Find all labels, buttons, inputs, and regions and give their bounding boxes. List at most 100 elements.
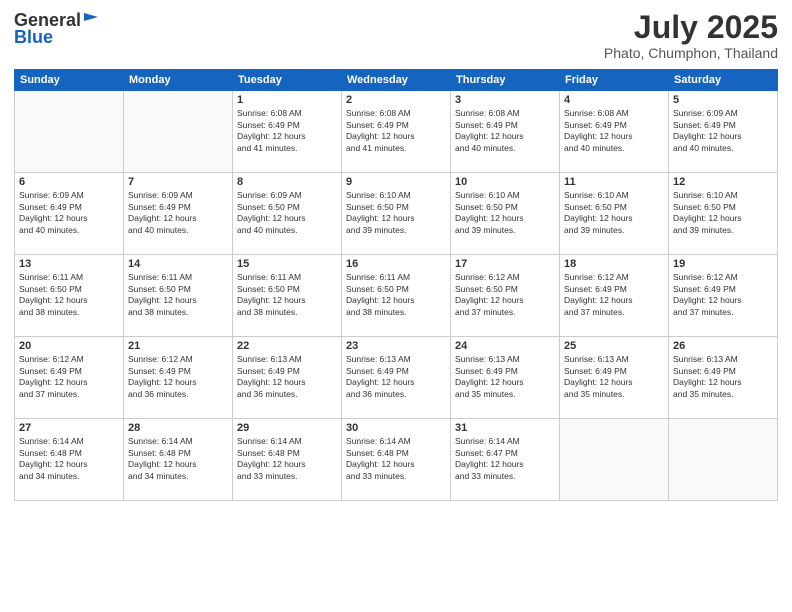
day-number: 18 xyxy=(564,258,664,270)
calendar-cell: 8 Sunrise: 6:09 AM Sunset: 6:50 PM Daylig… xyxy=(233,173,342,255)
calendar-header-monday: Monday xyxy=(124,70,233,91)
day-info: Sunrise: 6:10 AM Sunset: 6:50 PM Dayligh… xyxy=(346,190,446,236)
calendar-cell xyxy=(669,419,778,501)
day-number: 22 xyxy=(237,340,337,352)
calendar-cell: 28Sunrise: 6:14 AM Sunset: 6:48 PM Dayli… xyxy=(124,419,233,501)
day-number: 3 xyxy=(455,94,555,106)
day-number: 5 xyxy=(673,94,773,106)
calendar-cell: 20 Sunrise: 6:12 AM Sunset: 6:49 PM Dayli… xyxy=(15,337,124,419)
day-info: Sunrise: 6:10 AM Sunset: 6:50 PM Dayligh… xyxy=(455,190,555,236)
day-info: Sunrise: 6:08 AM Sunset: 6:49 PM Dayligh… xyxy=(237,108,337,154)
day-number: 10 xyxy=(455,176,555,188)
logo-flag-icon xyxy=(82,11,100,29)
day-info: Sunrise: 6:12 AM Sunset: 6:50 PM Dayligh… xyxy=(455,272,555,318)
day-info: Sunrise: 6:09 AM Sunset: 6:50 PM Dayligh… xyxy=(237,190,337,236)
day-info: Sunrise: 6:11 AM Sunset: 6:50 PM Dayligh… xyxy=(237,272,337,318)
day-number: 11 xyxy=(564,176,664,188)
day-number: 4 xyxy=(564,94,664,106)
day-number: 6 xyxy=(19,176,119,188)
day-info: Sunrise: 6:13 AM Sunset: 6:49 PM Dayligh… xyxy=(455,354,555,400)
calendar-cell: 29 Sunrise: 6:14 AM Sunset: 6:48 PM Dayli… xyxy=(233,419,342,501)
day-info: Sunrise: 6:08 AM Sunset: 6:49 PM Dayligh… xyxy=(346,108,446,154)
day-number: 29 xyxy=(237,422,337,434)
day-info: Sunrise: 6:09 AM Sunset: 6:49 PM Dayligh… xyxy=(19,190,119,236)
calendar-header-thursday: Thursday xyxy=(451,70,560,91)
calendar-cell xyxy=(124,91,233,173)
title-block: July 2025 Phato, Chumphon, Thailand xyxy=(604,10,778,61)
day-number: 7 xyxy=(128,176,228,188)
day-info: Sunrise: 6:09 AM Sunset: 6:49 PM Dayligh… xyxy=(128,190,228,236)
calendar-cell: 31 Sunrise: 6:14 AM Sunset: 6:47 PM Dayli… xyxy=(451,419,560,501)
day-info: Sunrise: 6:14 AM Sunset: 6:48 PM Dayligh… xyxy=(237,436,337,482)
calendar-cell: 9 Sunrise: 6:10 AM Sunset: 6:50 PM Daylig… xyxy=(342,173,451,255)
calendar-cell: 1Sunrise: 6:08 AM Sunset: 6:49 PM Daylig… xyxy=(233,91,342,173)
calendar-cell: 15 Sunrise: 6:11 AM Sunset: 6:50 PM Dayli… xyxy=(233,255,342,337)
day-number: 19 xyxy=(673,258,773,270)
calendar-cell: 13 Sunrise: 6:11 AM Sunset: 6:50 PM Dayli… xyxy=(15,255,124,337)
day-number: 16 xyxy=(346,258,446,270)
day-number: 9 xyxy=(346,176,446,188)
day-info: Sunrise: 6:11 AM Sunset: 6:50 PM Dayligh… xyxy=(128,272,228,318)
calendar-cell: 30Sunrise: 6:14 AM Sunset: 6:48 PM Dayli… xyxy=(342,419,451,501)
calendar-cell: 24 Sunrise: 6:13 AM Sunset: 6:49 PM Dayli… xyxy=(451,337,560,419)
day-number: 26 xyxy=(673,340,773,352)
day-info: Sunrise: 6:10 AM Sunset: 6:50 PM Dayligh… xyxy=(564,190,664,236)
calendar-week-row: 20 Sunrise: 6:12 AM Sunset: 6:49 PM Dayli… xyxy=(15,337,778,419)
day-info: Sunrise: 6:11 AM Sunset: 6:50 PM Dayligh… xyxy=(346,272,446,318)
day-info: Sunrise: 6:14 AM Sunset: 6:48 PM Dayligh… xyxy=(346,436,446,482)
calendar-week-row: 13 Sunrise: 6:11 AM Sunset: 6:50 PM Dayli… xyxy=(15,255,778,337)
day-number: 21 xyxy=(128,340,228,352)
day-info: Sunrise: 6:08 AM Sunset: 6:49 PM Dayligh… xyxy=(564,108,664,154)
calendar-table: SundayMondayTuesdayWednesdayThursdayFrid… xyxy=(14,69,778,501)
calendar-cell: 3Sunrise: 6:08 AM Sunset: 6:49 PM Daylig… xyxy=(451,91,560,173)
calendar-cell: 25Sunrise: 6:13 AM Sunset: 6:49 PM Dayli… xyxy=(560,337,669,419)
calendar-cell: 14Sunrise: 6:11 AM Sunset: 6:50 PM Dayli… xyxy=(124,255,233,337)
sub-title: Phato, Chumphon, Thailand xyxy=(604,45,778,61)
day-info: Sunrise: 6:12 AM Sunset: 6:49 PM Dayligh… xyxy=(19,354,119,400)
calendar-cell: 17 Sunrise: 6:12 AM Sunset: 6:50 PM Dayli… xyxy=(451,255,560,337)
day-number: 2 xyxy=(346,94,446,106)
calendar-cell: 23 Sunrise: 6:13 AM Sunset: 6:49 PM Dayli… xyxy=(342,337,451,419)
calendar-cell: 2 Sunrise: 6:08 AM Sunset: 6:49 PM Daylig… xyxy=(342,91,451,173)
calendar-cell: 21 Sunrise: 6:12 AM Sunset: 6:49 PM Dayli… xyxy=(124,337,233,419)
day-info: Sunrise: 6:10 AM Sunset: 6:50 PM Dayligh… xyxy=(673,190,773,236)
day-info: Sunrise: 6:13 AM Sunset: 6:49 PM Dayligh… xyxy=(346,354,446,400)
day-number: 13 xyxy=(19,258,119,270)
day-number: 24 xyxy=(455,340,555,352)
day-number: 8 xyxy=(237,176,337,188)
calendar-header-friday: Friday xyxy=(560,70,669,91)
calendar-cell: 5Sunrise: 6:09 AM Sunset: 6:49 PM Daylig… xyxy=(669,91,778,173)
header: General Blue July 2025 Phato, Chumphon, … xyxy=(14,10,778,61)
day-info: Sunrise: 6:12 AM Sunset: 6:49 PM Dayligh… xyxy=(564,272,664,318)
calendar-header-row: SundayMondayTuesdayWednesdayThursdayFrid… xyxy=(15,70,778,91)
day-number: 27 xyxy=(19,422,119,434)
calendar-week-row: 1Sunrise: 6:08 AM Sunset: 6:49 PM Daylig… xyxy=(15,91,778,173)
calendar-cell: 10 Sunrise: 6:10 AM Sunset: 6:50 PM Dayli… xyxy=(451,173,560,255)
calendar-cell: 19Sunrise: 6:12 AM Sunset: 6:49 PM Dayli… xyxy=(669,255,778,337)
day-number: 15 xyxy=(237,258,337,270)
page: General Blue July 2025 Phato, Chumphon, … xyxy=(0,0,792,612)
day-info: Sunrise: 6:13 AM Sunset: 6:49 PM Dayligh… xyxy=(237,354,337,400)
calendar-cell: 4 Sunrise: 6:08 AM Sunset: 6:49 PM Daylig… xyxy=(560,91,669,173)
calendar-header-wednesday: Wednesday xyxy=(342,70,451,91)
logo-blue-text: Blue xyxy=(14,27,53,48)
calendar-cell: 18 Sunrise: 6:12 AM Sunset: 6:49 PM Dayli… xyxy=(560,255,669,337)
day-number: 31 xyxy=(455,422,555,434)
calendar-cell: 22 Sunrise: 6:13 AM Sunset: 6:49 PM Dayli… xyxy=(233,337,342,419)
calendar-cell: 11 Sunrise: 6:10 AM Sunset: 6:50 PM Dayli… xyxy=(560,173,669,255)
day-info: Sunrise: 6:11 AM Sunset: 6:50 PM Dayligh… xyxy=(19,272,119,318)
calendar-week-row: 6 Sunrise: 6:09 AM Sunset: 6:49 PM Daylig… xyxy=(15,173,778,255)
day-info: Sunrise: 6:13 AM Sunset: 6:49 PM Dayligh… xyxy=(564,354,664,400)
calendar-cell: 26Sunrise: 6:13 AM Sunset: 6:49 PM Dayli… xyxy=(669,337,778,419)
main-title: July 2025 xyxy=(604,10,778,45)
day-number: 28 xyxy=(128,422,228,434)
calendar-cell: 27Sunrise: 6:14 AM Sunset: 6:48 PM Dayli… xyxy=(15,419,124,501)
calendar-cell: 16 Sunrise: 6:11 AM Sunset: 6:50 PM Dayli… xyxy=(342,255,451,337)
day-number: 20 xyxy=(19,340,119,352)
calendar-header-saturday: Saturday xyxy=(669,70,778,91)
day-info: Sunrise: 6:12 AM Sunset: 6:49 PM Dayligh… xyxy=(128,354,228,400)
day-number: 23 xyxy=(346,340,446,352)
calendar-header-sunday: Sunday xyxy=(15,70,124,91)
day-info: Sunrise: 6:14 AM Sunset: 6:47 PM Dayligh… xyxy=(455,436,555,482)
day-number: 17 xyxy=(455,258,555,270)
